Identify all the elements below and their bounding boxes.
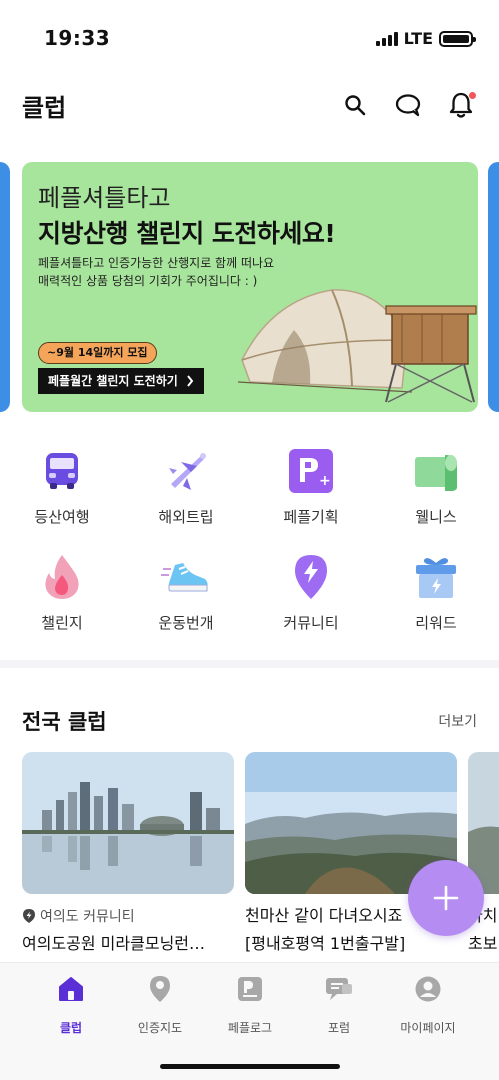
category-challenge[interactable]: 챌린지 xyxy=(7,552,117,652)
banner-brand: 페플셔틀타고 xyxy=(38,184,171,212)
forum-icon xyxy=(323,973,355,1005)
app-header: 클럽 xyxy=(0,80,499,130)
chevron-right-icon xyxy=(187,375,194,387)
category-peple-planning[interactable]: + 페플기획 xyxy=(256,446,366,546)
gift-box-icon xyxy=(411,552,461,602)
sneaker-icon xyxy=(161,552,211,602)
category-label: 커뮤니티 xyxy=(283,614,339,632)
status-time: 19:33 xyxy=(44,26,111,50)
banner-prev-card[interactable] xyxy=(0,162,10,412)
club-location: 여의도 커뮤니티 xyxy=(22,906,234,926)
category-label: 운동번개 xyxy=(158,614,214,632)
signal-icon xyxy=(375,31,398,46)
tab-label: 마이페이지 xyxy=(400,1021,456,1035)
notification-dot xyxy=(469,92,476,99)
category-overseas-trip[interactable]: 해외트립 xyxy=(131,446,241,546)
map-pin-icon xyxy=(144,973,176,1005)
club-subtitle: 초보 xyxy=(468,934,498,953)
page-title: 클럽 xyxy=(22,94,67,122)
network-label: LTE xyxy=(403,29,433,48)
club-location-label: 여의도 커뮤니티 xyxy=(40,909,135,925)
add-button[interactable] xyxy=(408,860,484,936)
lightning-pin-icon xyxy=(286,552,336,602)
tab-label: 인증지도 xyxy=(137,1021,183,1035)
category-wellness[interactable]: 웰니스 xyxy=(381,446,491,546)
category-workout-meetup[interactable]: 운동번개 xyxy=(131,552,241,652)
more-link[interactable]: 더보기 xyxy=(438,711,477,731)
club-photo xyxy=(22,752,234,894)
tab-label: 페플로그 xyxy=(227,1021,273,1035)
deadline-badge: ~9월 14일까지 모집 xyxy=(38,342,157,364)
club-subtitle: [평내호평역 1번출구발] xyxy=(245,934,406,953)
home-icon xyxy=(55,973,87,1005)
category-label: 리워드 xyxy=(415,614,457,632)
category-label: 웰니스 xyxy=(415,508,457,526)
category-community[interactable]: 커뮤니티 xyxy=(256,552,366,652)
category-hiking-trip[interactable]: 등산여행 xyxy=(7,446,117,546)
p-plus-icon: + xyxy=(286,446,336,496)
tab-club[interactable]: 클럽 xyxy=(23,973,119,1036)
tab-label: 클럽 xyxy=(59,1021,83,1035)
clubs-section-title: 전국 클럽 xyxy=(22,710,107,734)
bus-icon xyxy=(37,446,87,496)
cta-label: 페플월간 챌린지 도전하기 xyxy=(48,374,178,388)
svg-text:+: + xyxy=(319,473,331,489)
tab-peple-log[interactable]: 페플로그 xyxy=(202,973,298,1036)
home-indicator xyxy=(160,1064,340,1069)
club-name: 여의도공원 미라클모닝런… xyxy=(22,934,206,953)
plus-icon xyxy=(433,885,459,911)
category-label: 해외트립 xyxy=(158,508,214,526)
status-bar: 19:33 LTE xyxy=(0,0,499,72)
banner-next-card[interactable] xyxy=(488,162,499,412)
tent-illustration xyxy=(232,270,478,412)
airplane-icon xyxy=(161,446,211,496)
status-indicators: LTE xyxy=(375,29,476,48)
bell-icon[interactable] xyxy=(444,88,478,122)
tab-forum[interactable]: 포럼 xyxy=(291,973,387,1036)
challenge-banner[interactable]: 페플셔틀타고 지방산행 챌린지 도전하세요! 페플셔틀타고 인증가능한 산행지로… xyxy=(22,162,478,412)
bottom-tab-bar: 클럽 인증지도 페플로그 포럼 마이페이지 xyxy=(0,962,499,1080)
search-icon[interactable] xyxy=(338,88,372,122)
tab-label: 포럼 xyxy=(327,1021,351,1035)
battery-icon xyxy=(439,30,476,47)
lightning-pin-icon xyxy=(23,909,35,923)
flame-icon xyxy=(37,552,87,602)
yoga-mat-icon xyxy=(411,446,461,496)
log-icon xyxy=(234,973,266,1005)
tab-my-page[interactable]: 마이페이지 xyxy=(380,973,476,1036)
profile-icon xyxy=(412,973,444,1005)
section-divider xyxy=(0,660,499,668)
tab-cert-map[interactable]: 인증지도 xyxy=(112,973,208,1036)
club-card[interactable]: 여의도 커뮤니티 여의도공원 미라클모닝런… xyxy=(22,752,234,954)
chat-icon[interactable] xyxy=(391,88,425,122)
banner-headline: 지방산행 챌린지 도전하세요! xyxy=(38,219,336,248)
category-label: 페플기획 xyxy=(283,508,339,526)
category-reward[interactable]: 리워드 xyxy=(381,552,491,652)
challenge-cta-button[interactable]: 페플월간 챌린지 도전하기 xyxy=(38,368,204,394)
category-label: 챌린지 xyxy=(41,614,83,632)
category-label: 등산여행 xyxy=(34,508,90,526)
